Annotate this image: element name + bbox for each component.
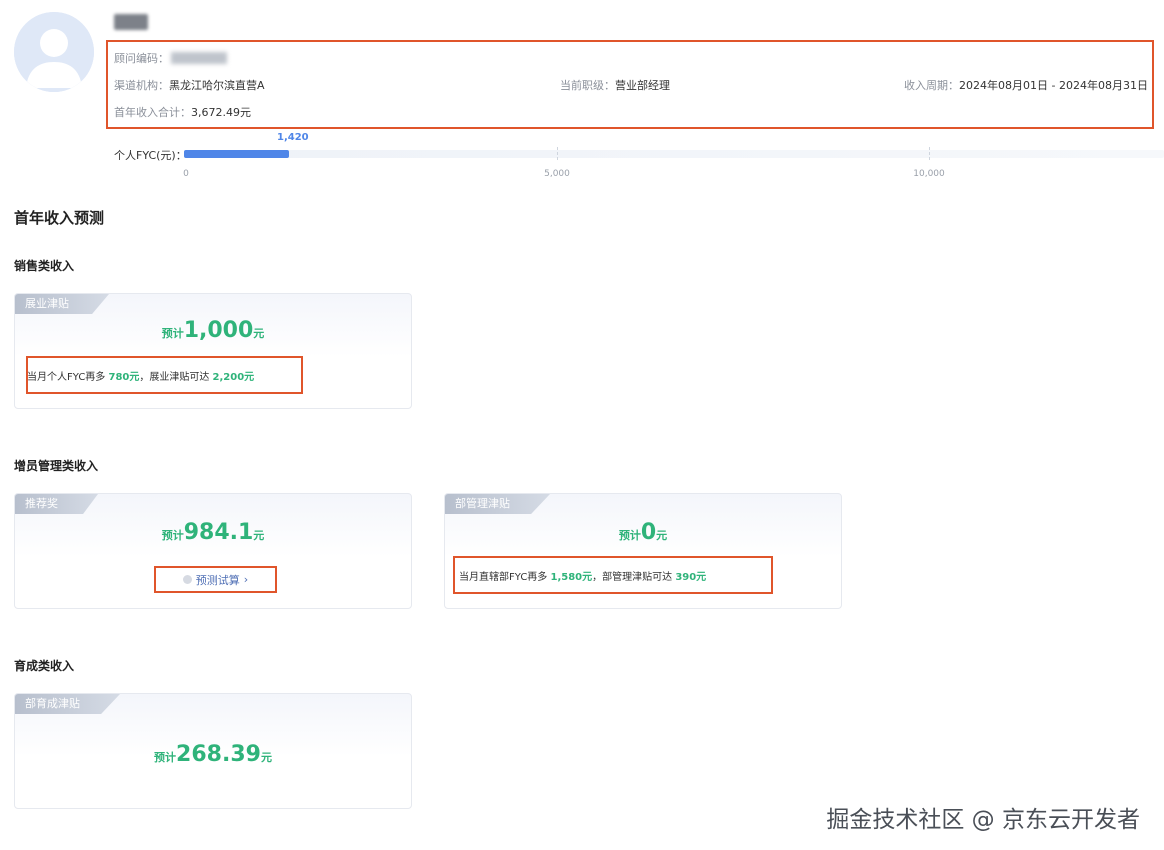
forecast-amount: 预计984.1元 <box>15 520 411 545</box>
info-dot-icon <box>182 575 192 584</box>
forecast-calc-button[interactable]: 预测试算 › <box>154 566 277 593</box>
fyc-tick-10000: 10,000 <box>913 169 945 179</box>
card-tag: 展业津贴 <box>15 294 109 314</box>
card-tag: 部育成津贴 <box>15 694 120 714</box>
fyc-track <box>184 150 1164 158</box>
forecast-prefix: 预计 <box>161 327 184 340</box>
channel-row: 渠道机构：黑龙江哈尔滨直营A <box>114 74 265 93</box>
forecast-value: 1,000 <box>183 318 254 343</box>
username-blurred <box>114 14 148 30</box>
consultant-code-row: 顾问编码： <box>114 47 227 66</box>
site-watermark: 掘金技术社区 @ 京东云开发者 <box>826 807 1140 833</box>
forecast-value: 0 <box>640 520 657 545</box>
forecast-unit: 元 <box>656 529 668 542</box>
calc-button-label: 预测试算 <box>195 573 240 587</box>
forecast-unit: 元 <box>253 529 265 542</box>
chevron-right-icon: › <box>243 573 249 586</box>
card-tag: 部管理津贴 <box>445 494 550 514</box>
period-row: 收入周期：2024年08月01日 - 2024年08月31日 <box>904 74 1148 93</box>
rank-row: 当前职级：营业部经理 <box>560 74 670 93</box>
fyc-tick-5000: 5,000 <box>544 169 570 179</box>
forecast-prefix: 预计 <box>618 529 641 542</box>
fyc-progress-bar <box>184 150 289 158</box>
period-label: 收入周期： <box>904 79 960 92</box>
consultant-code-blurred <box>171 51 227 64</box>
management-section-title: 增员管理类收入 <box>14 459 99 473</box>
fyc-value-label: 1,420 <box>277 132 309 143</box>
consultant-code-label: 顾问编码： <box>114 52 169 65</box>
first-year-income-row: 首年收入合计：3,672.49元 <box>114 101 251 120</box>
page-title: 首年收入预测 <box>14 209 105 227</box>
card-tag: 推荐奖 <box>15 494 98 514</box>
first-year-income-label: 首年收入合计： <box>114 106 191 119</box>
rank-value: 营业部经理 <box>615 79 670 92</box>
channel-label: 渠道机构： <box>114 79 169 92</box>
fyc-tick-line-5000 <box>557 147 558 160</box>
user-avatar-icon <box>14 12 94 92</box>
forecast-value: 268.39 <box>176 742 261 767</box>
rank-label: 当前职级： <box>560 79 615 92</box>
forecast-amount: 预计0元 <box>445 520 841 545</box>
fyc-tick-line-10000 <box>929 147 930 160</box>
forecast-unit: 元 <box>253 327 265 340</box>
forecast-unit: 元 <box>260 751 272 764</box>
forecast-value: 984.1 <box>183 520 254 545</box>
dept-hint-highlight <box>453 556 773 594</box>
cultivation-section-title: 育成类收入 <box>14 659 75 673</box>
fyc-label: 个人FYC(元)： <box>114 149 187 162</box>
forecast-amount: 预计268.39元 <box>15 742 411 767</box>
forecast-prefix: 预计 <box>154 751 177 764</box>
first-year-income-value: 3,672.49元 <box>191 106 251 119</box>
exhibition-hint-highlight <box>26 356 303 394</box>
forecast-amount: 预计1,000元 <box>15 318 411 343</box>
dept-cultivation-allowance-card: 部育成津贴 预计268.39元 <box>14 693 412 809</box>
sales-section-title: 销售类收入 <box>14 259 75 273</box>
period-value: 2024年08月01日 - 2024年08月31日 <box>959 79 1148 92</box>
forecast-prefix: 预计 <box>161 529 184 542</box>
fyc-tick-0: 0 <box>183 169 189 179</box>
channel-value: 黑龙江哈尔滨直营A <box>169 79 265 92</box>
